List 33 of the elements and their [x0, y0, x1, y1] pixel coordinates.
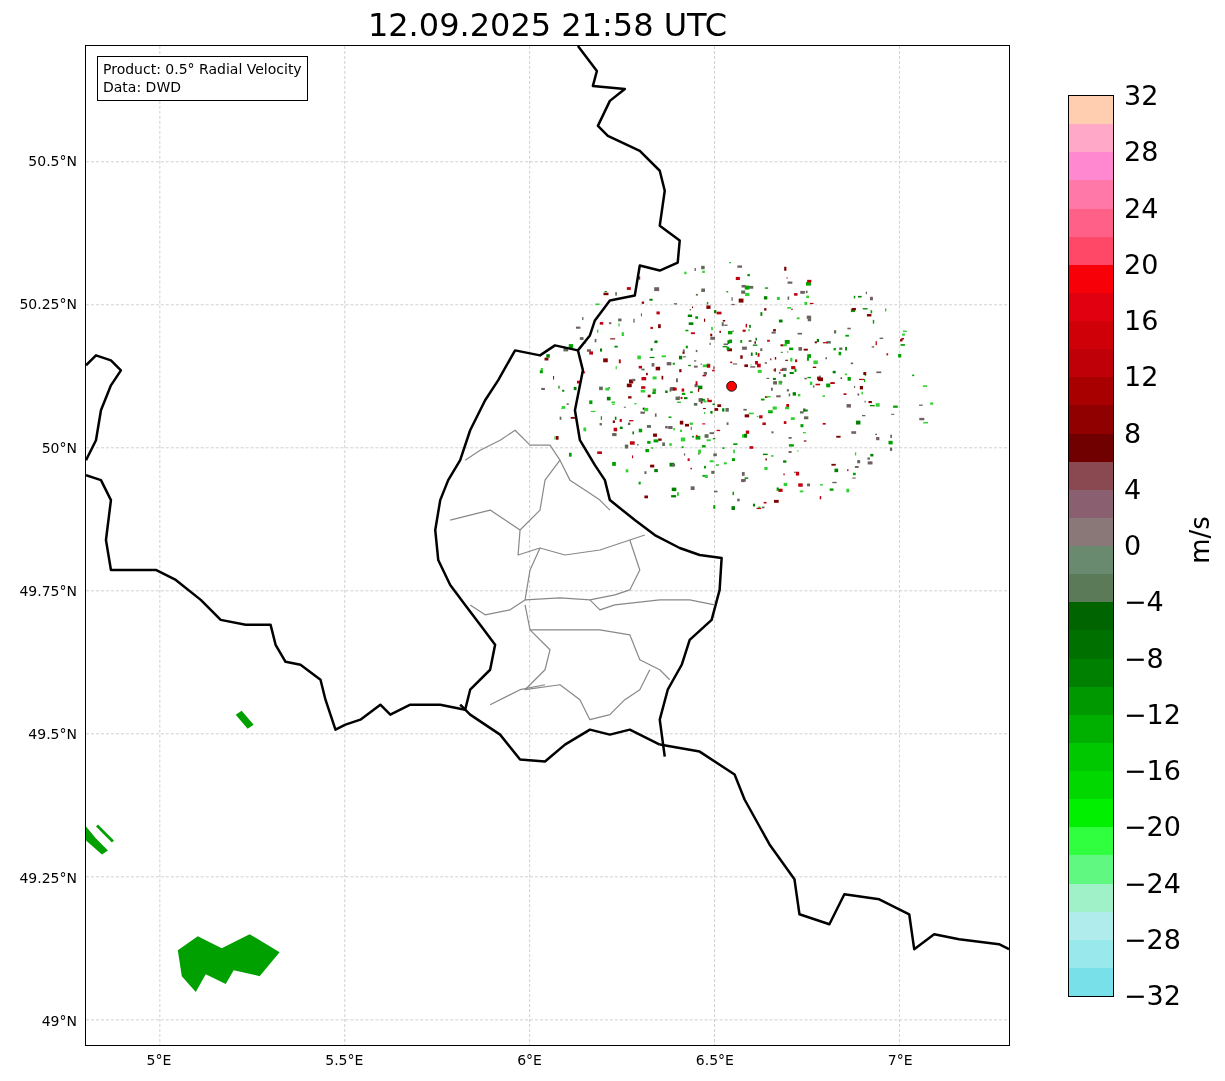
axis-tick-label: 50.5°N — [28, 153, 77, 169]
colorbar-tick-label: −12 — [1124, 698, 1181, 730]
axis-tick-label: 7°E — [887, 1052, 913, 1068]
colorbar-tick-label: 12 — [1124, 360, 1159, 392]
colorbar-tick-label: −16 — [1124, 754, 1181, 786]
colorbar-tick-label: −4 — [1124, 585, 1164, 617]
axis-tick-label: 49.5°N — [28, 726, 77, 743]
colorbar-tick-label: −8 — [1124, 642, 1164, 673]
colorbar-tick-label: 32 — [1124, 79, 1159, 111]
colorbar-tick-label: 8 — [1124, 417, 1142, 448]
axis-tick-label: 5°E — [146, 1052, 172, 1068]
colorbar-tick-label: 16 — [1124, 304, 1159, 336]
colorbar-tick-label: 20 — [1124, 248, 1159, 280]
axis-tick-label: 49.25°N — [19, 869, 77, 886]
colorbar-tick-label: 28 — [1124, 135, 1159, 167]
axis-tick-label: 6°E — [517, 1052, 542, 1068]
axis-tick-label: 5.5°E — [325, 1052, 364, 1068]
legend-text: Data: DWD — [103, 78, 182, 96]
colorbar-tick-label: −20 — [1124, 810, 1181, 842]
plot-title: 12.09.2025 21:58 UTC — [366, 5, 729, 45]
axis-tick-label: 50°N — [41, 439, 77, 456]
colorbar-label: m/s — [1184, 516, 1215, 564]
colorbar-tick-label: 0 — [1124, 529, 1142, 561]
axis-tick-label: 49°N — [41, 1012, 77, 1029]
colorbar-tick-label: 4 — [1124, 473, 1142, 505]
axis-tick-label: 49.75°N — [19, 582, 77, 599]
axis-tick-label: 6.5°E — [695, 1052, 734, 1068]
axis-tick-label: 50.25°N — [19, 296, 77, 313]
colorbar-tick-label: 24 — [1124, 192, 1159, 223]
colorbar-tick-label: −32 — [1124, 979, 1181, 1011]
legend-text: Product: 0.5° Radial Velocity — [103, 60, 302, 78]
colorbar-tick-label: −28 — [1124, 923, 1181, 955]
colorbar-tick-label: −24 — [1124, 867, 1181, 898]
